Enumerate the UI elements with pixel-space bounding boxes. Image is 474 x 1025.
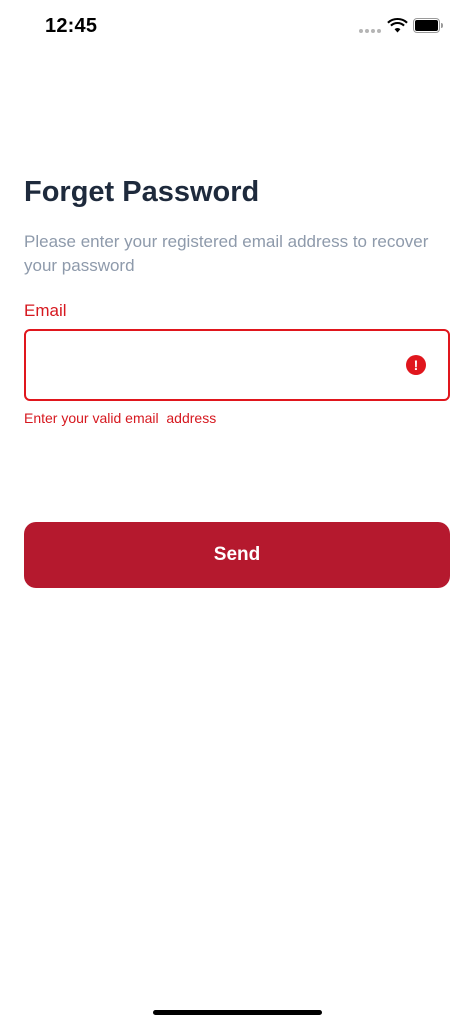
page-subtitle: Please enter your registered email addre… — [24, 232, 429, 275]
signal-dots-icon — [359, 29, 381, 33]
email-label: Email — [24, 301, 67, 320]
home-indicator — [153, 1010, 322, 1015]
status-bar: 12:45 — [0, 0, 474, 54]
status-time: 12:45 — [45, 15, 98, 37]
battery-icon — [413, 18, 443, 33]
send-button[interactable]: Send — [24, 522, 450, 588]
email-field[interactable] — [40, 331, 400, 399]
wifi-icon — [387, 18, 408, 33]
email-field-container[interactable]: ! — [24, 329, 450, 401]
email-error-message: Enter your valid email address — [24, 410, 217, 426]
page-title: Forget Password — [24, 176, 260, 208]
exclamation-circle-icon: ! — [406, 355, 426, 375]
forget-password-screen: 12:45 Forget Password Please enter your … — [0, 0, 474, 1025]
